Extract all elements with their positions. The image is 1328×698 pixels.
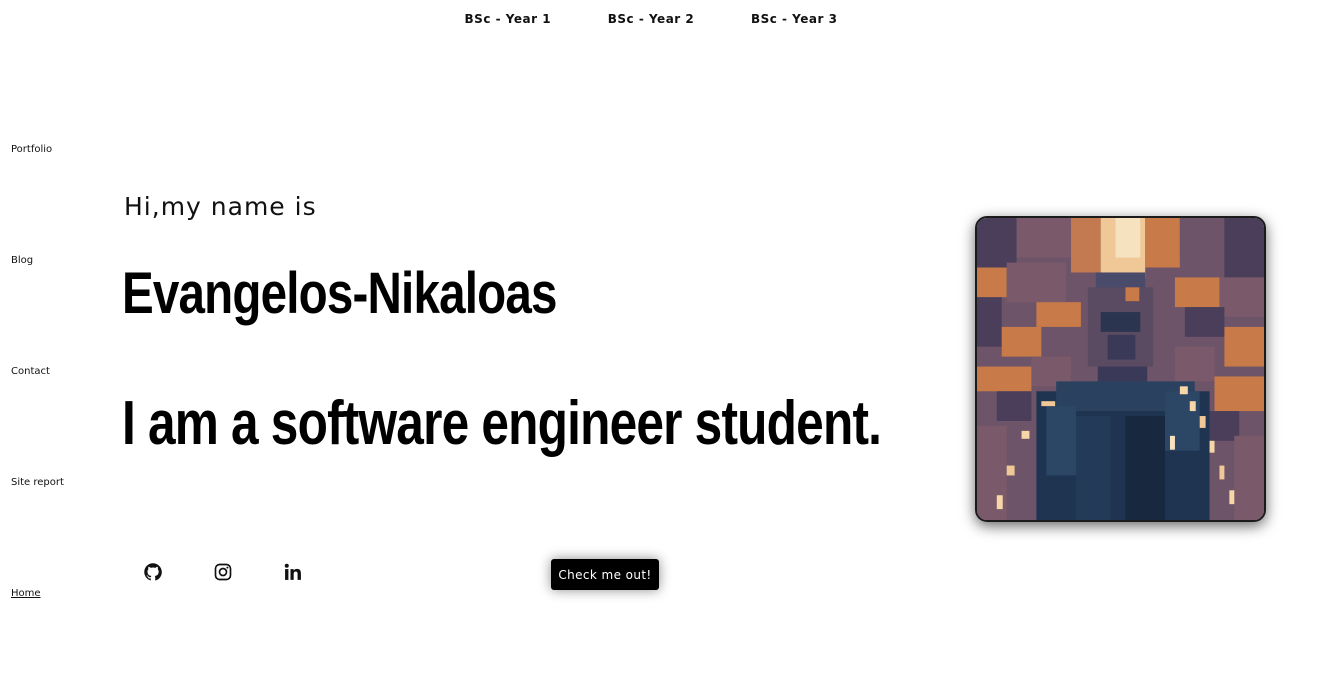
pixel-portrait-image <box>977 218 1264 520</box>
hero-greeting: Hi,my name is <box>124 192 317 221</box>
side-nav-contact[interactable]: Contact <box>11 366 50 377</box>
github-link[interactable] <box>143 562 163 582</box>
nav-bsc-year-2[interactable]: BSc - Year 2 <box>608 12 695 26</box>
home-page: BSc - Year 1 BSc - Year 2 BSc - Year 3 P… <box>0 0 1328 698</box>
side-nav-portfolio[interactable]: Portfolio <box>11 144 52 155</box>
top-nav: BSc - Year 1 BSc - Year 2 BSc - Year 3 <box>0 12 1328 26</box>
nav-bsc-year-3[interactable]: BSc - Year 3 <box>751 12 838 26</box>
hero-name: Evangelos-Nikaloas <box>122 261 557 326</box>
github-icon <box>144 563 162 581</box>
side-nav-site-report[interactable]: Site report <box>11 477 64 488</box>
profile-avatar <box>975 216 1266 522</box>
instagram-icon <box>214 563 232 581</box>
nav-bsc-year-1[interactable]: BSc - Year 1 <box>465 12 552 26</box>
side-nav-home[interactable]: Home <box>11 588 41 599</box>
instagram-link[interactable] <box>213 562 233 582</box>
hero-tagline: I am a software engineer student. <box>122 389 882 458</box>
check-me-out-button[interactable]: Check me out! <box>551 559 659 590</box>
linkedin-icon <box>284 563 301 580</box>
linkedin-link[interactable] <box>283 562 303 582</box>
side-nav-blog[interactable]: Blog <box>11 255 33 266</box>
